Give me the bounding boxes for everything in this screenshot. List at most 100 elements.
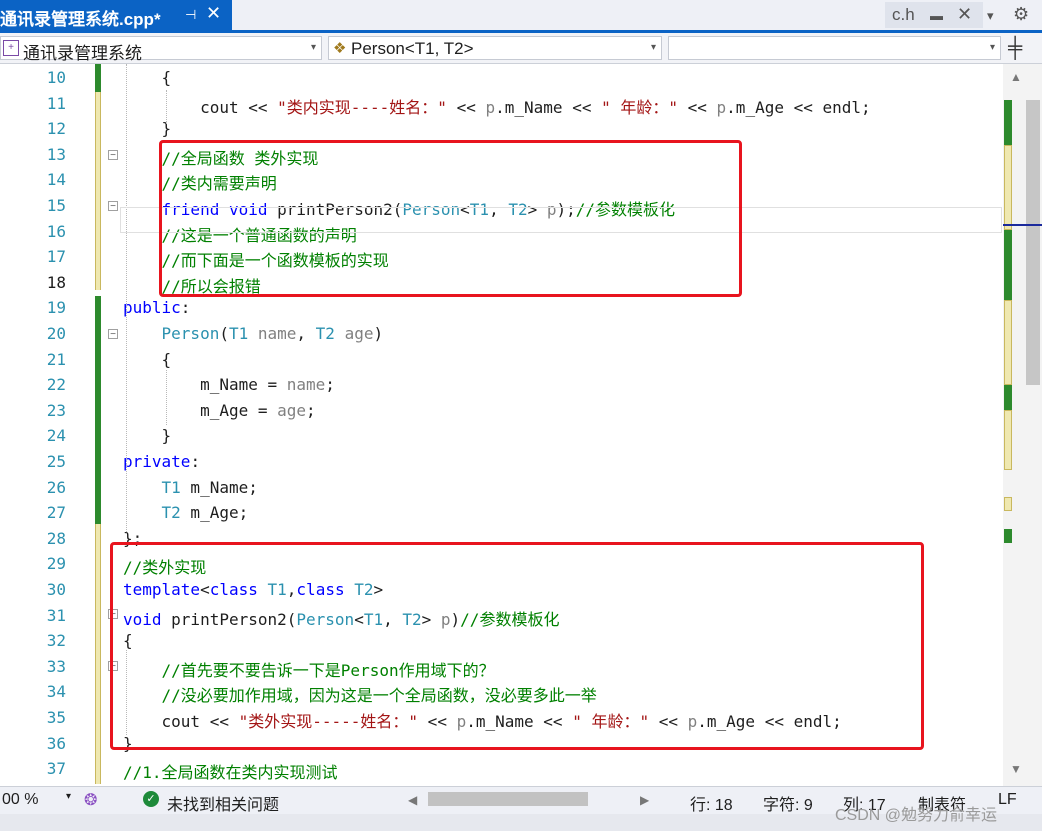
line-number: 20 [46, 324, 66, 343]
code-token: : [180, 298, 191, 318]
line-number: 24 [46, 426, 66, 446]
indent-guide [126, 64, 127, 534]
code-line[interactable]: } [123, 119, 172, 138]
scroll-change-marker [1004, 385, 1012, 410]
code-line[interactable]: m_Name = name; [123, 375, 335, 394]
line-number: 32 [46, 631, 66, 651]
code-token: << [446, 97, 486, 117]
check-circle-icon: ✓ [143, 791, 159, 807]
code-token: public [123, 298, 181, 318]
code-token: m_Name; [180, 477, 258, 497]
annotation-box-declaration [159, 140, 742, 297]
code-token: p [716, 97, 727, 117]
scroll-change-marker [1004, 145, 1012, 230]
line-number: 21 [46, 349, 66, 369]
change-marker-unsaved [95, 92, 101, 290]
line-number: 11 [46, 93, 66, 113]
annotation-box-implementation [110, 542, 924, 750]
code-token: ; [306, 400, 316, 420]
document-tab-bar: 通讯录管理系统.cpp* ⊣ ✕ c.h ▬ ✕ ▾ ⚙ [0, 0, 1042, 33]
scroll-right-icon[interactable]: ▶ [640, 793, 649, 807]
tab-active-file[interactable]: 通讯录管理系统.cpp* ⊣ ✕ [0, 0, 232, 30]
line-number: 25 [46, 452, 66, 471]
scroll-left-icon[interactable]: ◀ [408, 793, 417, 807]
scrollbar-thumb[interactable] [1026, 100, 1040, 385]
code-token: T2 [161, 503, 181, 523]
tab-title: 通讯录管理系统.cpp* [0, 10, 161, 29]
chevron-down-icon[interactable]: ▾ [66, 791, 71, 802]
code-line[interactable]: m_Age = age; [123, 401, 316, 420]
close-icon[interactable]: ✕ [957, 4, 972, 25]
line-number: 31 [46, 605, 66, 625]
code-line[interactable]: public: [123, 298, 190, 317]
code-token: << [678, 97, 717, 117]
scroll-change-marker [1004, 529, 1012, 543]
line-number: 29 [46, 554, 66, 574]
project-label: 通讯录管理系统 [23, 44, 142, 63]
code-line[interactable]: private: [123, 452, 200, 471]
project-dropdown[interactable]: + 通讯录管理系统 ▾ [0, 36, 322, 63]
scroll-change-marker [1004, 497, 1012, 511]
line-number: 18 [46, 272, 66, 292]
scroll-down-icon[interactable]: ▼ [1010, 762, 1022, 776]
code-token: T1 [228, 324, 249, 343]
pin-icon[interactable]: ▬ [930, 8, 943, 23]
code-line[interactable]: T2 m_Age; [123, 503, 249, 523]
close-icon[interactable]: ✕ [206, 3, 221, 24]
zoom-level[interactable]: 00 % [2, 791, 38, 809]
code-token: p [485, 97, 496, 117]
scope-dropdown[interactable]: ❖ Person<T1, T2> ▾ [328, 36, 662, 60]
code-token: } [123, 426, 172, 446]
line-indicator[interactable]: 行: 18 [690, 791, 733, 815]
code-line[interactable]: T1 m_Name; [123, 478, 258, 497]
code-token: private [123, 452, 191, 471]
code-token: " 年龄：" [601, 97, 678, 117]
char-indicator[interactable]: 字符: 9 [763, 791, 813, 815]
tab-list-dropdown-icon[interactable]: ▾ [987, 8, 994, 24]
code-token: age [344, 324, 374, 343]
code-line[interactable]: //1.全局函数在类内实现测试 [123, 759, 338, 783]
split-view-icon[interactable]: ╪ [1008, 37, 1022, 60]
code-token: .m_Name << [495, 97, 602, 117]
navigation-bar: + 通讯录管理系统 ▾ ❖ Person<T1, T2> ▾ ▾ [0, 33, 1042, 64]
line-number: 13 [46, 144, 66, 164]
collapse-toggle-icon[interactable]: − [108, 329, 118, 340]
tab-title: c.h [892, 5, 915, 24]
line-number: 30 [46, 580, 66, 599]
code-token: , [296, 324, 316, 343]
code-token: age [277, 400, 307, 420]
line-number: 17 [46, 247, 66, 267]
code-token: T1 [161, 477, 181, 497]
pin-icon[interactable]: ⊣ [185, 7, 196, 23]
tab-ch-file[interactable]: c.h ▬ ✕ [885, 2, 983, 28]
change-marker-unsaved [95, 524, 101, 784]
line-number: 34 [46, 682, 66, 702]
code-token: .m_Age << endl; [726, 97, 871, 117]
code-line[interactable]: cout << "类内实现----姓名：" << p.m_Name << " 年… [123, 94, 871, 118]
code-token: << [248, 97, 278, 117]
scroll-up-icon[interactable]: ▲ [1010, 70, 1022, 84]
code-line[interactable]: { [123, 68, 172, 87]
chevron-down-icon: ▾ [650, 42, 656, 53]
member-dropdown[interactable]: ▾ [668, 36, 1001, 60]
code-line[interactable]: } [123, 426, 172, 446]
line-number: 14 [46, 170, 66, 190]
chevron-down-icon: ▾ [989, 42, 995, 53]
collapse-toggle-icon[interactable]: − [108, 150, 118, 161]
gear-icon[interactable]: ⚙ [1013, 4, 1029, 25]
line-number: 33 [46, 656, 66, 676]
code-line[interactable]: Person(T1 name, T2 age) [123, 324, 384, 343]
code-line[interactable]: { [123, 350, 172, 369]
issues-status[interactable]: 未找到相关问题 [167, 791, 279, 815]
collapse-toggle-icon[interactable]: − [108, 201, 118, 212]
line-number: 23 [46, 400, 66, 420]
project-icon: + [3, 40, 19, 56]
horizontal-scrollbar-thumb[interactable] [428, 792, 588, 806]
copilot-icon[interactable]: ❂ [84, 790, 97, 810]
eol-indicator[interactable]: LF [998, 791, 1017, 809]
scroll-caret-marker [1003, 224, 1042, 226]
line-number: 35 [46, 708, 66, 727]
